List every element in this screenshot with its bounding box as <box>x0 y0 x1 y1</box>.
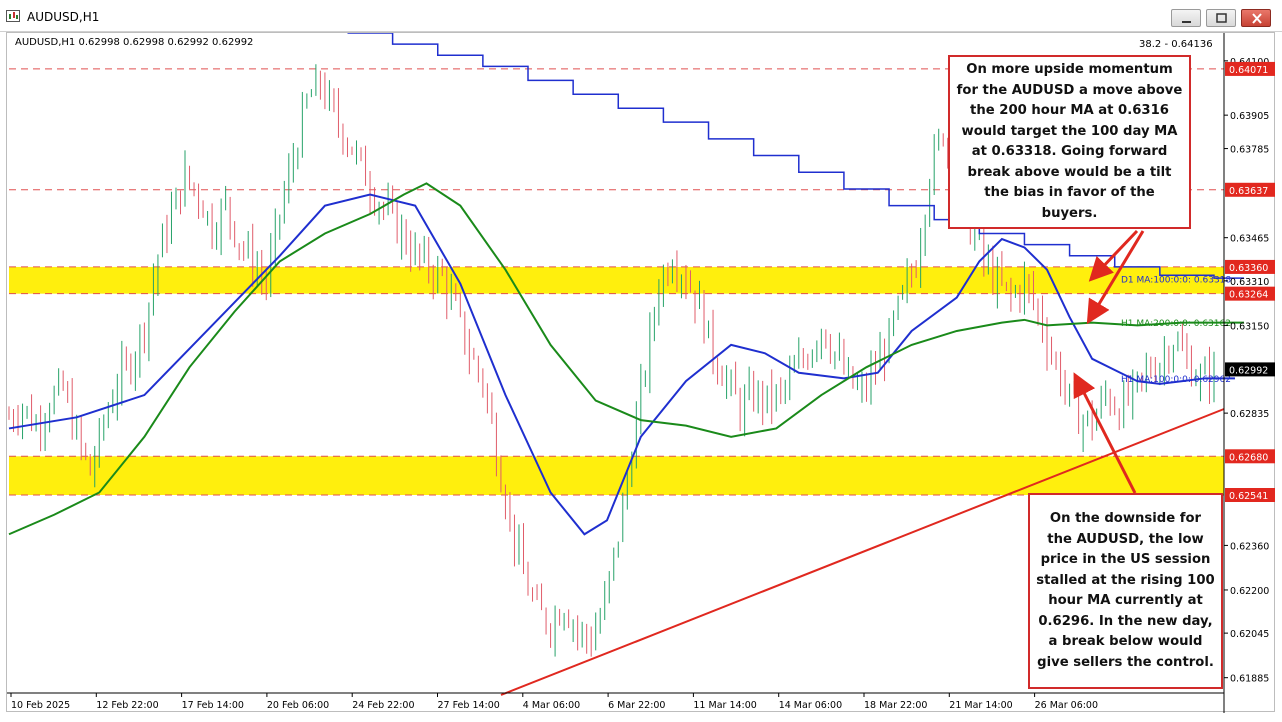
price-tick-label: 0.62360 <box>1230 541 1269 552</box>
window-title: AUDUSD,H1 <box>27 10 100 24</box>
maximize-button[interactable] <box>1206 9 1236 27</box>
price-tick-label: 0.63905 <box>1230 111 1269 122</box>
price-tick-label: 0.63310 <box>1230 277 1269 288</box>
price-tick-label: 0.63785 <box>1230 145 1269 156</box>
time-tick-label: 26 Mar 06:00 <box>1035 700 1098 711</box>
window-title-bar: AUDUSD,H1 <box>0 0 1282 32</box>
price-tick-label: 0.63465 <box>1230 234 1269 245</box>
price-level-label: 0.63637 <box>1229 186 1268 197</box>
time-tick-label: 17 Feb 14:00 <box>182 700 244 711</box>
price-tick-label: 0.61885 <box>1230 674 1269 685</box>
price-level-label: 0.62541 <box>1229 491 1268 502</box>
time-tick-label: 11 Mar 14:00 <box>693 700 756 711</box>
maximize-icon <box>1216 13 1227 23</box>
indicator-label-1: H1 MA:200:0:0: 0.63162 <box>1121 319 1231 329</box>
yellow-zone-1 <box>9 456 1224 495</box>
fib-label: 38.2 - 0.64136 <box>1139 39 1213 50</box>
time-tick-label: 14 Mar 06:00 <box>779 700 842 711</box>
indicator-label-0: D1 MA:100:0:0: 0.63318 <box>1121 276 1231 286</box>
time-tick-label: 12 Feb 22:00 <box>96 700 158 711</box>
time-tick-label: 18 Mar 22:00 <box>864 700 927 711</box>
chart-window-icon <box>6 10 20 22</box>
time-axis: 10 Feb 2025 12 Feb 22:00 17 Feb 14:00 20 Fe… <box>7 692 1224 711</box>
price-level-label: 0.62680 <box>1229 452 1268 463</box>
support-resistance-zones <box>9 266 1224 495</box>
upside-annotation: On more upside momentum for the AUDUSD a… <box>948 55 1191 229</box>
price-tick-label: 0.62200 <box>1230 586 1269 597</box>
chart-window[interactable]: D1 MA:100:0:0: 0.63318 H1 MA:200:0:0: 0.6… <box>6 32 1275 713</box>
price-tick-label: 0.62045 <box>1230 629 1269 640</box>
time-tick-label: 4 Mar 06:00 <box>523 700 580 711</box>
price-axis: 0.641000.639050.637850.634650.633100.631… <box>1223 33 1275 713</box>
price-tick-label: 0.63150 <box>1230 321 1269 332</box>
time-tick-label: 20 Feb 06:00 <box>267 700 329 711</box>
indicator-label-2: H1 MA:100:0:0: 0.62962 <box>1121 375 1231 385</box>
close-icon <box>1252 13 1262 24</box>
time-tick-label: 6 Mar 22:00 <box>608 700 665 711</box>
price-level-label: 0.63360 <box>1229 263 1268 274</box>
upside-annotation-text: On more upside momentum for the AUDUSD a… <box>956 62 1183 221</box>
downside-annotation-text: On the downside for the AUDUSD, the low … <box>1036 511 1215 670</box>
time-tick-label: 21 Mar 14:00 <box>949 700 1012 711</box>
minimize-button[interactable] <box>1171 9 1201 27</box>
downside-annotation: On the downside for the AUDUSD, the low … <box>1028 493 1223 689</box>
minimize-icon <box>1182 21 1191 23</box>
price-tick-label: 0.62835 <box>1230 409 1269 420</box>
price-level-label: 0.62992 <box>1229 365 1268 376</box>
time-tick-label: 10 Feb 2025 <box>11 700 70 711</box>
price-level-label: 0.63264 <box>1229 290 1268 301</box>
price-level-label: 0.64071 <box>1229 65 1268 76</box>
time-tick-label: 24 Feb 22:00 <box>352 700 414 711</box>
close-button[interactable] <box>1241 9 1271 27</box>
yellow-zone-0 <box>9 266 1224 294</box>
symbol-info: AUDUSD,H1 0.62998 0.62998 0.62992 0.6299… <box>15 37 253 48</box>
time-tick-label: 27 Feb 14:00 <box>438 700 500 711</box>
